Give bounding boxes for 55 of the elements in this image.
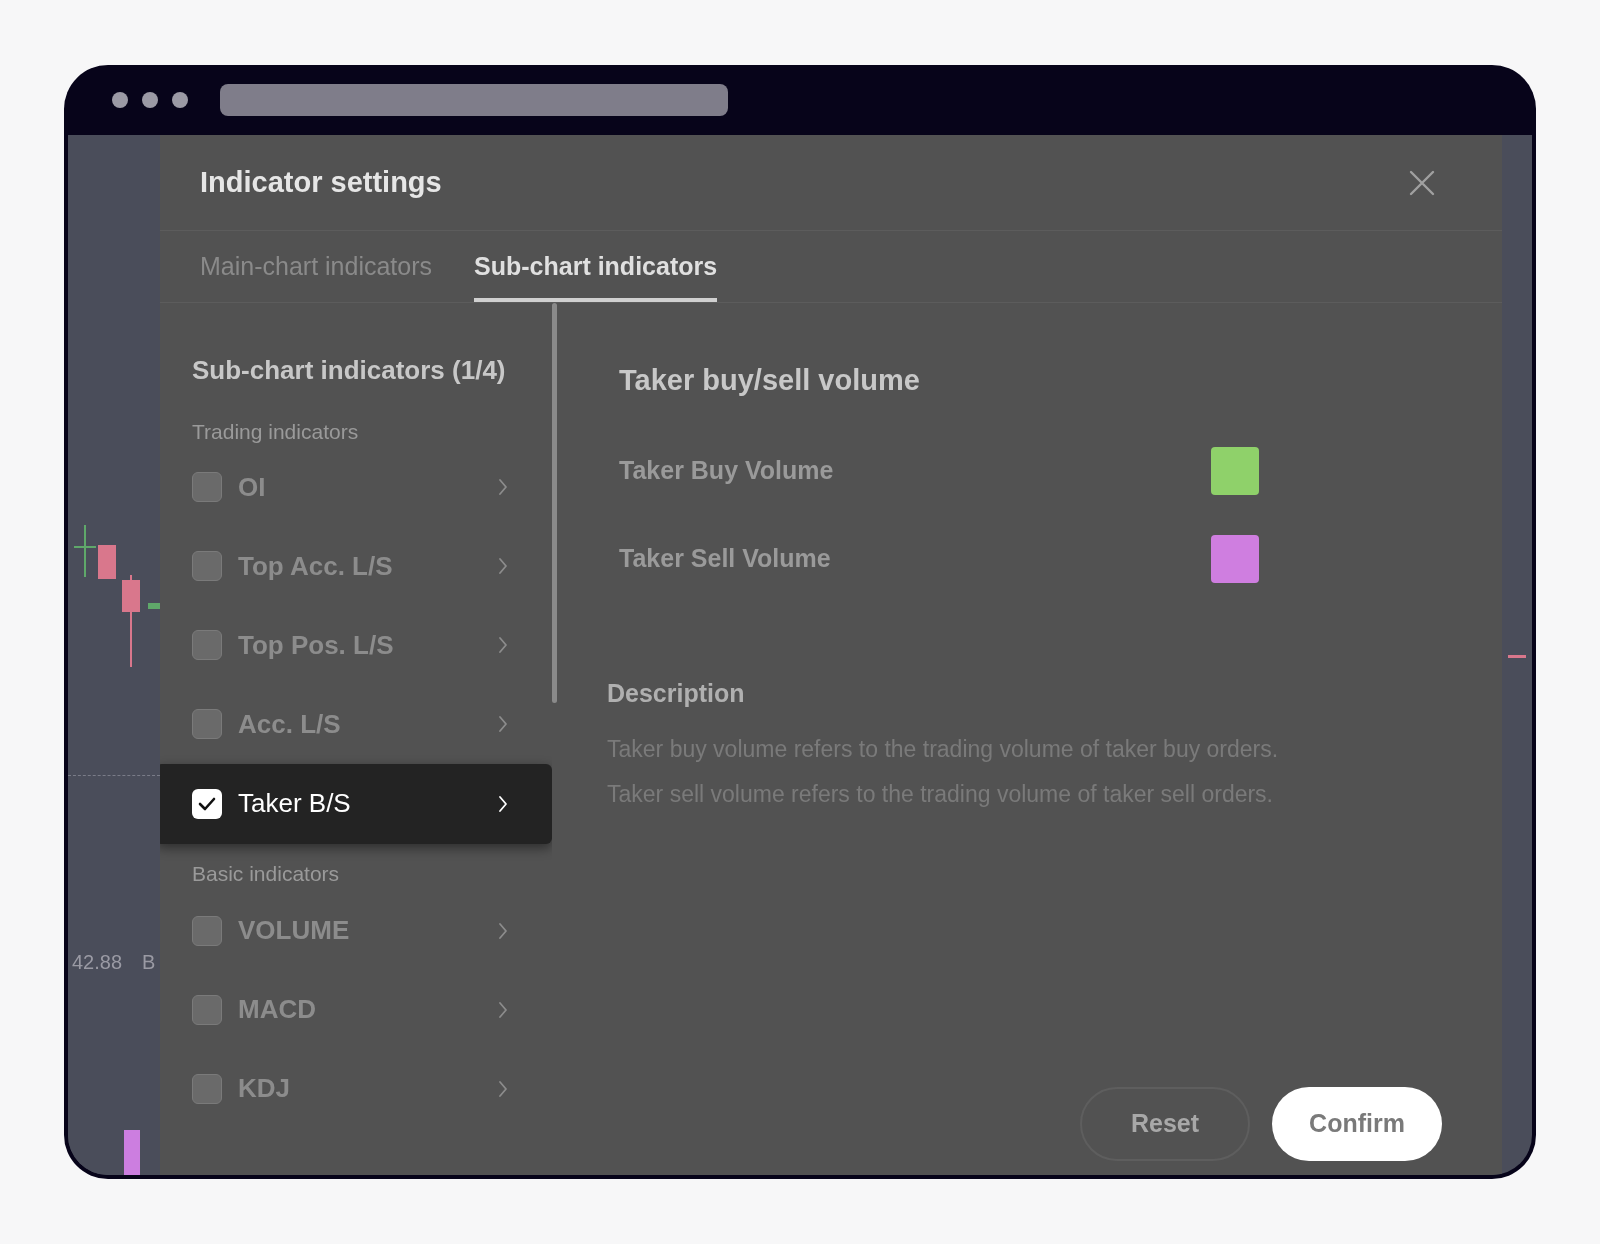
checkbox[interactable] <box>192 551 222 581</box>
price-marker <box>1508 655 1526 658</box>
indicator-item[interactable]: MACD <box>160 970 552 1049</box>
dialog-title: Indicator settings <box>200 164 442 200</box>
checkbox[interactable] <box>192 994 222 1025</box>
indicator-item[interactable]: Top Acc. L/S <box>160 526 552 606</box>
candle <box>74 525 96 577</box>
indicator-label: Acc. L/S <box>238 707 342 741</box>
tab[interactable]: Main-chart indicators <box>200 231 433 302</box>
chevron-right-icon <box>498 921 508 940</box>
chevron-right-icon <box>498 1000 508 1019</box>
chevron-right-icon <box>498 715 508 733</box>
indicator-label: MACD <box>238 993 317 1026</box>
volume-bar <box>124 1130 140 1175</box>
indicator-label: OI <box>238 470 267 504</box>
indicator-item[interactable]: KDJ <box>160 1049 552 1128</box>
list-heading: Sub-chart indicators (1/4) <box>191 354 507 387</box>
section-title: Trading indicators <box>191 419 360 445</box>
chevron-right-icon <box>498 478 508 496</box>
chevron-right-icon <box>498 557 508 575</box>
checkbox[interactable] <box>192 788 222 819</box>
indicator-item[interactable]: Top Pos. L/S <box>160 605 552 685</box>
detail-title: Taker buy/sell volume <box>619 363 921 398</box>
indicator-item[interactable]: VOLUME <box>160 891 552 970</box>
color-swatch[interactable] <box>1211 446 1259 495</box>
chevron-right-icon <box>498 794 508 813</box>
axis-value: 42.88 <box>72 950 123 975</box>
indicator-item[interactable]: Taker B/S <box>160 763 552 844</box>
close-icon[interactable] <box>1408 168 1436 197</box>
indicator-item[interactable]: OI <box>160 447 552 527</box>
tab[interactable]: Sub-chart indicators <box>474 231 718 302</box>
chevron-right-icon <box>498 1079 508 1098</box>
section-title: Basic indicators <box>191 860 341 887</box>
axis-unit: B <box>142 950 156 975</box>
indicator-label: VOLUME <box>238 914 351 947</box>
indicator-label: Taker B/S <box>238 787 352 820</box>
candle <box>98 545 116 579</box>
checkbox[interactable] <box>192 915 222 946</box>
description-title: Description <box>607 677 746 709</box>
checkbox[interactable] <box>192 709 222 739</box>
check-icon <box>198 796 216 811</box>
indicator-label: KDJ <box>238 1072 291 1105</box>
checkbox[interactable] <box>192 1073 222 1104</box>
reset-button[interactable]: Reset <box>1080 1087 1250 1161</box>
chevron-right-icon <box>498 636 508 654</box>
indicator-label: Top Pos. L/S <box>238 628 395 662</box>
series-label: Taker Sell Volume <box>619 542 831 574</box>
checkbox[interactable] <box>192 472 222 502</box>
confirm-button[interactable]: Confirm <box>1272 1087 1442 1161</box>
indicator-label: Top Acc. L/S <box>238 549 394 583</box>
series-label: Taker Buy Volume <box>619 454 834 486</box>
indicator-item[interactable]: Acc. L/S <box>160 684 552 764</box>
color-swatch[interactable] <box>1211 534 1259 583</box>
candle <box>148 603 160 609</box>
checkbox[interactable] <box>192 630 222 660</box>
